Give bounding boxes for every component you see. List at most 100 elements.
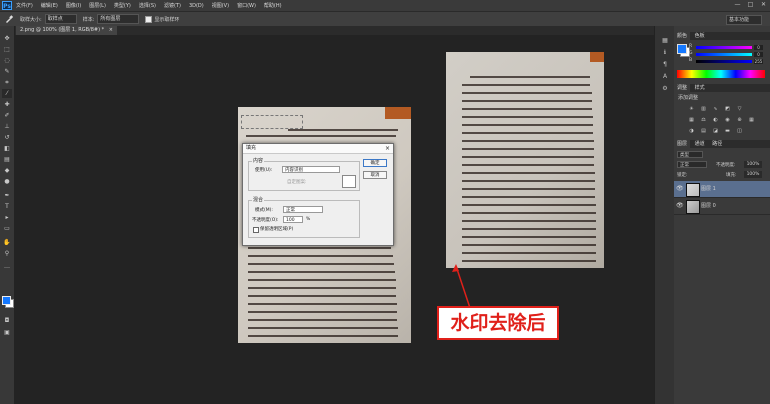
eyedropper-tool-icon[interactable]: ⁄	[2, 89, 12, 98]
color-panel-foreground[interactable]	[677, 44, 687, 54]
menu-file[interactable]: 文件(F)	[16, 2, 33, 9]
color-spectrum-bar[interactable]	[677, 70, 765, 78]
zoom-tool-icon[interactable]: ⚲	[2, 249, 12, 258]
red-slider[interactable]	[696, 46, 752, 49]
blur-tool-icon[interactable]: ◆	[2, 166, 12, 175]
tab-channels[interactable]: 通道	[692, 140, 708, 148]
fill-dialog-titlebar[interactable]: 填充 ×	[243, 144, 393, 154]
menu-help[interactable]: 帮助(H)	[264, 2, 282, 9]
dodge-tool-icon[interactable]: ●	[2, 177, 12, 186]
green-value[interactable]: 0	[754, 52, 763, 57]
levels-adjust-icon[interactable]: ▥	[700, 106, 707, 113]
tab-color[interactable]: 颜色	[674, 32, 691, 40]
threshold-icon[interactable]: ◪	[712, 128, 719, 135]
hue-adjust-icon[interactable]: ▦	[688, 117, 695, 124]
healing-tool-icon[interactable]: ✚	[2, 100, 12, 109]
black-white-icon[interactable]: ◐	[712, 117, 719, 124]
layer-row[interactable]: 👁 图层 1	[674, 181, 770, 198]
menu-layer[interactable]: 图层(L)	[89, 2, 106, 9]
photo-filter-icon[interactable]: ◉	[724, 117, 731, 124]
layer-blend-mode[interactable]: 正常	[677, 161, 707, 168]
channel-mixer-icon[interactable]: ⊕	[736, 117, 743, 124]
blue-value[interactable]: 255	[754, 59, 763, 64]
menu-select[interactable]: 选择(S)	[139, 2, 156, 9]
foreground-color-swatch[interactable]	[2, 296, 11, 305]
invert-icon[interactable]: ◑	[688, 128, 695, 135]
type-tool-icon[interactable]: T	[2, 202, 12, 211]
custom-pattern-picker[interactable]	[342, 175, 356, 188]
lasso-tool-icon[interactable]: ◌	[2, 56, 12, 65]
close-icon[interactable]: ×	[385, 144, 390, 153]
gradient-tool-icon[interactable]: ▤	[2, 155, 12, 164]
close-tab-icon[interactable]: ×	[109, 27, 113, 33]
ok-button[interactable]: 确定	[363, 159, 387, 167]
sample-size-select[interactable]: 取样点	[44, 14, 77, 24]
crop-tool-icon[interactable]: ⌗	[2, 78, 12, 87]
stamp-tool-icon[interactable]: ⊥	[2, 122, 12, 131]
mode-select[interactable]: 正常	[283, 206, 323, 213]
move-tool-icon[interactable]: ✥	[2, 34, 12, 43]
use-label: 使用(U):	[255, 168, 273, 173]
eyedropper-icon[interactable]	[4, 14, 14, 24]
green-slider[interactable]	[696, 53, 752, 56]
pen-tool-icon[interactable]: ✒	[2, 191, 12, 200]
selective-color-icon[interactable]: ◫	[736, 128, 743, 135]
eye-icon[interactable]: 👁	[676, 202, 684, 210]
red-value[interactable]: 0	[754, 45, 763, 50]
brightness-adjust-icon[interactable]: ☀	[688, 106, 695, 113]
marquee-tool-icon[interactable]: ⬚	[2, 45, 12, 54]
eraser-tool-icon[interactable]: ◧	[2, 144, 12, 153]
menu-edit[interactable]: 编辑(E)	[41, 2, 58, 9]
fill-value[interactable]: 100%	[744, 171, 762, 178]
vibrance-adjust-icon[interactable]: ▽	[736, 106, 743, 113]
preserve-transparency-checkbox[interactable]	[253, 227, 259, 233]
posterize-icon[interactable]: ▤	[700, 128, 707, 135]
tab-adjustments[interactable]: 调整	[674, 84, 691, 92]
tab-styles[interactable]: 样式	[692, 84, 708, 92]
exposure-adjust-icon[interactable]: ◩	[724, 106, 731, 113]
brush-tool-icon[interactable]: ✐	[2, 111, 12, 120]
menu-3d[interactable]: 3D(D)	[189, 3, 204, 9]
menu-filter[interactable]: 滤镜(T)	[164, 2, 181, 9]
minimize-button[interactable]: —	[733, 1, 742, 9]
tool-presets-icon[interactable]: ⚙	[660, 84, 670, 93]
quick-select-tool-icon[interactable]: ✎	[2, 67, 12, 76]
workspace-select[interactable]: 基本功能	[726, 15, 762, 25]
history-brush-icon[interactable]: ↺	[2, 133, 12, 142]
properties-panel-icon[interactable]: ℹ	[660, 48, 670, 57]
menu-image[interactable]: 图像(I)	[66, 2, 81, 9]
shape-tool-icon[interactable]: ▭	[2, 224, 12, 233]
menu-type[interactable]: 类型(Y)	[114, 2, 131, 9]
photoshop-logo: Ps	[2, 1, 12, 10]
screen-mode-icon[interactable]: ▣	[2, 328, 12, 337]
cancel-button[interactable]: 取消	[363, 171, 387, 179]
tab-swatches[interactable]: 色板	[692, 32, 708, 40]
show-ring-checkbox[interactable]	[145, 15, 153, 23]
sample-select[interactable]: 所有图层	[97, 14, 140, 24]
history-panel-icon[interactable]: ▦	[660, 36, 670, 45]
layer-kind-filter[interactable]: 类型	[677, 151, 703, 158]
restore-button[interactable]: □	[746, 1, 755, 9]
document-tab[interactable]: 2.png @ 100% (图层 1, RGB/8#) * ×	[16, 26, 117, 35]
tab-paths[interactable]: 路径	[709, 140, 725, 148]
color-lookup-icon[interactable]: ▦	[748, 117, 755, 124]
curves-adjust-icon[interactable]: ∿	[712, 106, 719, 113]
path-select-tool-icon[interactable]: ▸	[2, 213, 12, 222]
eye-icon[interactable]: 👁	[676, 185, 684, 193]
hand-tool-icon[interactable]: ✋	[2, 238, 12, 247]
tab-layers[interactable]: 图层	[674, 140, 691, 148]
character-panel-icon[interactable]: A	[660, 72, 670, 81]
menu-window[interactable]: 窗口(W)	[237, 2, 256, 9]
use-select[interactable]: 内容识别	[282, 166, 340, 173]
opacity-input[interactable]: 100	[283, 216, 303, 223]
layer-opacity-value[interactable]: 100%	[744, 161, 762, 168]
layer-row[interactable]: 👁 图层 0	[674, 198, 770, 215]
color-balance-icon[interactable]: ⚖	[700, 117, 707, 124]
gradient-map-icon[interactable]: ▬	[724, 128, 731, 135]
quick-mask-icon[interactable]: ◘	[2, 316, 12, 325]
blue-slider[interactable]	[696, 60, 752, 63]
close-button[interactable]: ✕	[759, 1, 768, 9]
more-tools-icon[interactable]: …	[2, 262, 12, 271]
menu-view[interactable]: 视图(V)	[212, 2, 229, 9]
paragraph-panel-icon[interactable]: ¶	[660, 60, 670, 69]
